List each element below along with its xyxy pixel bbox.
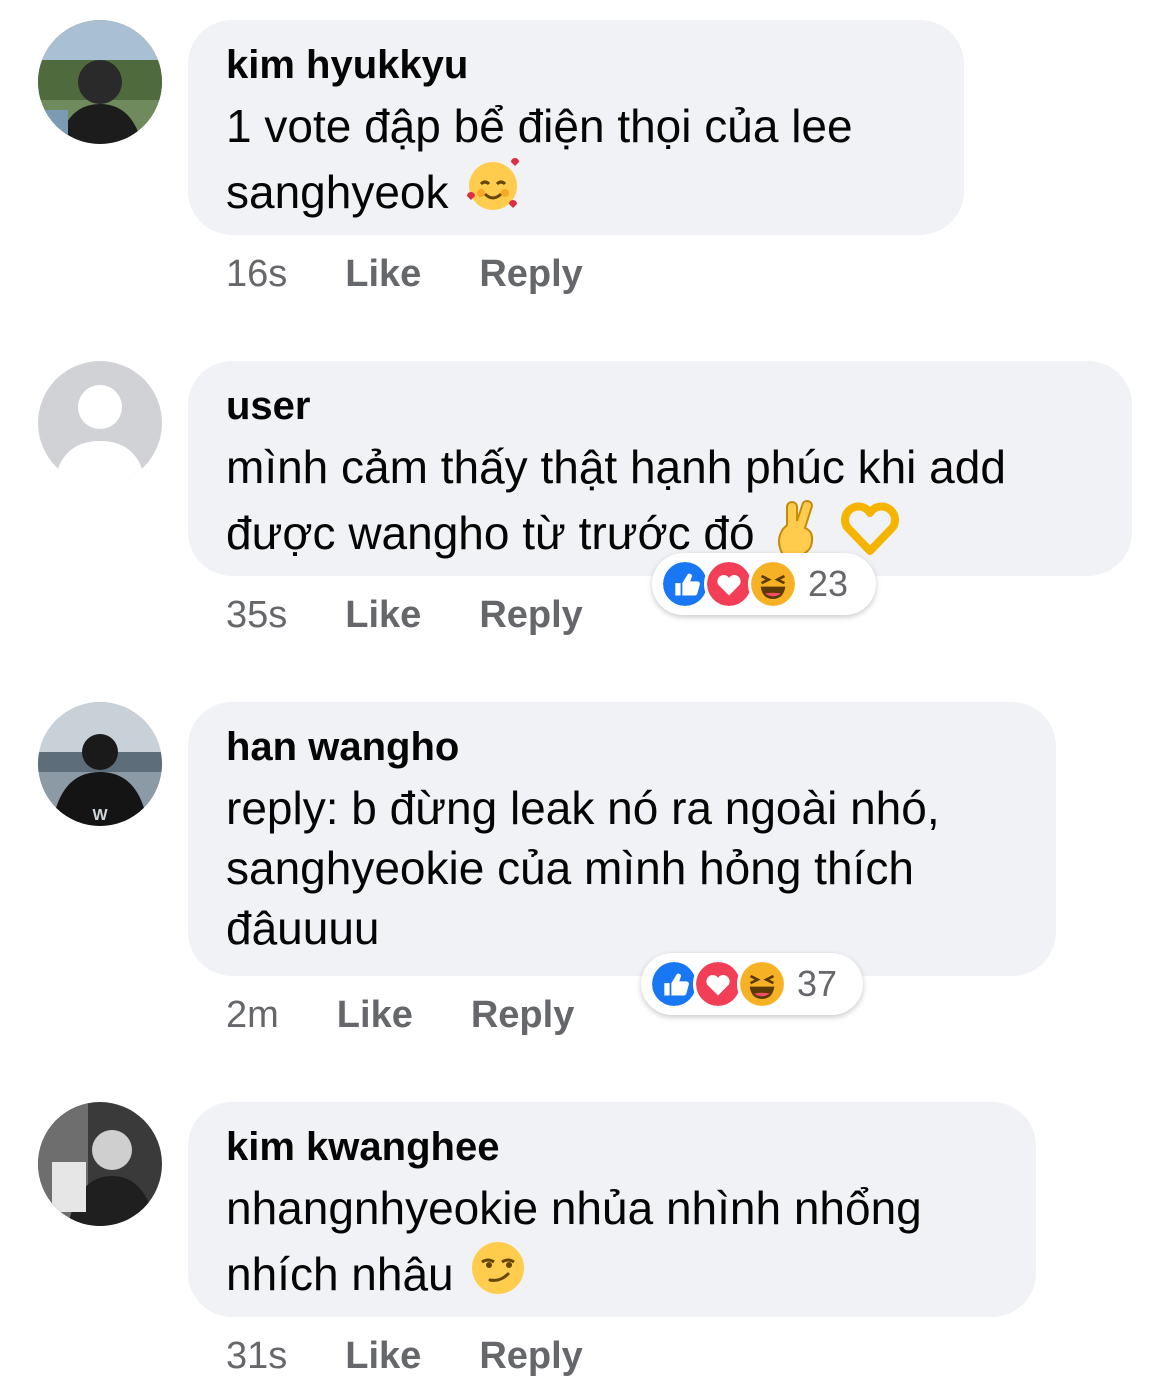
comment-text: nhangnhyeokie nhủa nhình nhổng nhích nhâ… — [226, 1178, 998, 1312]
smiling-face-with-hearts-icon — [463, 156, 523, 230]
svg-text:W: W — [92, 807, 108, 824]
like-reaction-icon — [660, 559, 710, 609]
comment-text: mình cảm thấy thật hạnh phúc khi add đượ… — [226, 437, 1094, 571]
reply-button[interactable]: Reply — [479, 593, 582, 637]
like-button[interactable]: Like — [345, 252, 421, 296]
comment-actions: 35s Like Reply — [226, 593, 583, 637]
like-reaction-icon — [649, 959, 699, 1009]
commenter-name[interactable]: user — [226, 383, 1094, 429]
avatar[interactable] — [38, 20, 162, 144]
like-button[interactable]: Like — [345, 1334, 421, 1378]
comment-actions: 31s Like Reply — [226, 1334, 583, 1378]
smirking-face-icon — [468, 1238, 528, 1312]
reaction-summary[interactable]: 37 — [641, 953, 863, 1015]
comment-timestamp: 16s — [226, 253, 288, 295]
like-button[interactable]: Like — [337, 993, 413, 1037]
comment-timestamp: 2m — [226, 994, 279, 1036]
commenter-name[interactable]: han wangho — [226, 724, 1018, 770]
comment-bubble: user mình cảm thấy thật hạnh phúc khi ad… — [188, 361, 1132, 576]
commenter-name[interactable]: kim kwanghee — [226, 1124, 998, 1170]
comment-actions: 16s Like Reply — [226, 252, 583, 296]
comment-bubble: kim hyukkyu 1 vote đập bể điện thọi của … — [188, 20, 964, 235]
comment-text: 1 vote đập bể điện thọi của lee sanghyeo… — [226, 96, 926, 230]
avatar[interactable]: W — [38, 702, 162, 826]
reaction-count: 23 — [808, 563, 849, 604]
reaction-count: 37 — [797, 963, 838, 1004]
reply-button[interactable]: Reply — [471, 993, 574, 1037]
comment-bubble: han wangho reply: b đừng leak nó ra ngoà… — [188, 702, 1056, 976]
reaction-summary[interactable]: 23 — [652, 553, 876, 615]
haha-reaction-icon — [737, 959, 787, 1009]
comment-text: reply: b đừng leak nó ra ngoài nhó, sang… — [226, 782, 940, 954]
comment-timestamp: 35s — [226, 594, 288, 636]
haha-reaction-icon — [748, 559, 798, 609]
avatar[interactable] — [38, 1102, 162, 1226]
commenter-name[interactable]: kim hyukkyu — [226, 42, 926, 88]
comment-timestamp: 31s — [226, 1335, 288, 1377]
love-reaction-icon — [704, 559, 754, 609]
avatar[interactable] — [38, 361, 162, 485]
comment-actions: 2m Like Reply — [226, 993, 574, 1037]
love-reaction-icon — [693, 959, 743, 1009]
reply-button[interactable]: Reply — [479, 252, 582, 296]
like-button[interactable]: Like — [345, 593, 421, 637]
reply-button[interactable]: Reply — [479, 1334, 582, 1378]
comment-bubble: kim kwanghee nhangnhyeokie nhủa nhình nh… — [188, 1102, 1036, 1317]
